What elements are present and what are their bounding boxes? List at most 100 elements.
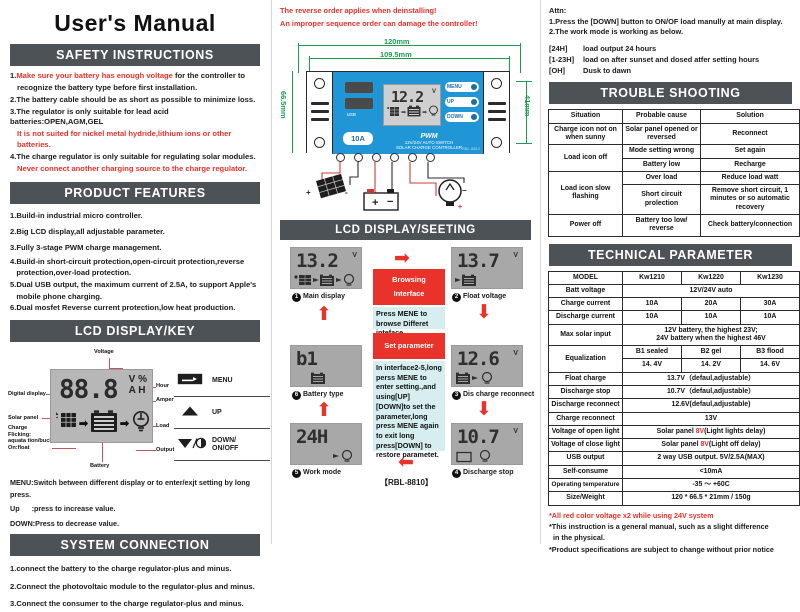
tp-model-kw1230: Kw1230 (740, 270, 800, 285)
tp-label-size-weight: Size/Weight (548, 491, 623, 506)
page-title: User's Manual (54, 10, 216, 36)
th-probable-cause: Probable cause (622, 109, 701, 124)
lcd-display-setting-header: LCD DISPLAY/SEETING (280, 219, 531, 240)
deinstall-warning-2: An improper sequence order can damage th… (280, 19, 478, 29)
tp-discharge-current-2: 10A (681, 310, 741, 325)
tp-open-post: (Light lights delay) (704, 427, 766, 435)
tp-label-voltage-close-light: Voltage of close light (548, 438, 623, 453)
tp-label-charge-reconnect: Charge reconnect (548, 411, 623, 426)
ts-situation-1: Charge icon not on when sunny (548, 122, 623, 146)
tp-equal-b3: B3 flood (740, 345, 800, 360)
table-row: Equalization B1 sealed B2 gel B3 flood (548, 345, 800, 373)
tp-label-discharge-stop: Discharge stop (548, 385, 623, 400)
flow-screen-discharge-stop: 10.7 V (451, 422, 523, 465)
key-row-up[interactable]: UP (174, 397, 270, 430)
attn-title: Attn: (549, 6, 567, 15)
mode-1-23h-key: [1-23H] (549, 54, 575, 64)
flow-screen-main-display: 13.2 V (290, 246, 362, 289)
tp-equal-b1-v: 14. 4V (622, 358, 682, 373)
system-item-3: 3.Connect the consumer to the charge reg… (10, 599, 244, 609)
lcd-setting-flow: 13.2 V 1 Main display 13.7 V 2 Float volta… (276, 245, 535, 493)
key-help-down: DOWN:Press to decrease value. (10, 518, 120, 528)
footnote-2-cont: in the physical. (549, 533, 605, 543)
table-row: Charge current 10A 20A 30A (548, 297, 800, 312)
ts-solution-1: Reconnect (700, 122, 800, 146)
safety-instructions-header: SAFETY INSTRUCTIONS (10, 44, 260, 66)
feature-3: 3.Fully 3-stage PWM charge management. (10, 243, 162, 253)
key-label-menu: MENU (212, 376, 233, 384)
flow-screen-3-value: 12.6 (457, 347, 500, 370)
technical-parameter-table: MODEL Kw1210 Kw1220 Kw1230 Batt voltage … (548, 270, 800, 506)
th-situation: Situation (548, 109, 623, 124)
svg-text:−: − (387, 196, 393, 208)
flow-screen-1-unit: V (352, 251, 357, 259)
flow-caption-discharge-stop: 4 Discharge stop (452, 468, 514, 478)
browsing-line-2: Interface (393, 288, 425, 298)
tp-label-charge-current: Charge current (548, 297, 623, 312)
callout-voltage: Voltage (94, 349, 114, 356)
tp-label-voltage-open-light: Voltage of open light (548, 424, 623, 440)
feature-5-cont: mobile phone charging. (10, 291, 102, 301)
trouble-shooting-table: Situation Probable cause Solution Charge… (548, 109, 800, 237)
flow-screen-5-value: 24H (296, 425, 328, 448)
tp-value-size-weight: 120 * 66.5 * 21mm / 150g (622, 491, 800, 506)
key-help-menu: MENU:Switch between different display or… (10, 478, 251, 499)
table-row: Operating temperature -35 ～ +60C (548, 477, 800, 493)
safety-item-1-red: Make sure your battery has enough voltag… (16, 71, 173, 80)
key-row-menu[interactable]: MENU (174, 365, 270, 398)
tp-value-discharge-stop: 10.7V（defaul,adjustable） (622, 385, 800, 400)
table-row: Discharge reconnect 12.6V(defaul,adjusta… (548, 398, 800, 413)
mode-0h-desc: Dusk to dawn (583, 65, 632, 75)
table-row: Size/Weight 120 * 66.5 * 21mm / 150g (548, 491, 800, 506)
flow-caption-work-mode: 5 Work mode (292, 468, 341, 478)
solar-panel-icon (55, 412, 77, 435)
feature-4: 4.Build-in short-circuit protection,open… (10, 256, 245, 266)
model-caption: 【RBL-8810】 (380, 477, 433, 487)
flow-caption-float-voltage: 2 Float voltage (452, 292, 506, 302)
callout-output: Output (156, 447, 175, 454)
mode-24h-desc: load output 24 hours (583, 44, 657, 54)
device-dimension-diagram: 120mm 109.5mm 66.5mm 41mm USB 10A 12.2 V… (276, 33, 535, 218)
up-key-icon (176, 405, 204, 420)
flow-screen-3-unit: V (513, 349, 518, 357)
deinstall-warning-1: The reverse order applies when deinstall… (280, 6, 437, 15)
tp-value-self-consume: <10mA (622, 464, 800, 480)
safety-item-3-line2: It is not suited for nickel metal hydrid… (17, 129, 232, 149)
flow-screen-4-icons (455, 449, 499, 463)
footnotes: *All red color voltage x2 while using 24… (545, 506, 796, 556)
mode-0h: [OH] Dusk to dawn (549, 66, 792, 77)
flow-caption-battery-type: 6 Battery type (292, 390, 343, 400)
flow-num-3: 3 (452, 390, 461, 400)
system-item-1: 1.connect the battery to the charge regu… (10, 564, 232, 574)
key-help-up: Up :press to increase value. (10, 504, 116, 514)
mode-1-23h-desc: load on after sunset and dosed atfer set… (583, 54, 760, 64)
flow-screen-2-unit: V (513, 251, 518, 259)
key-help-text: MENU:Switch between different display or… (6, 477, 264, 529)
lcd-display-key-header: LCD DISPLAY/KEY (10, 320, 260, 343)
safety-item-1-rest: for the controller to (172, 71, 246, 80)
tp-open-red: 8V (695, 427, 705, 435)
flow-screen-work-mode: 24H (290, 422, 362, 465)
callout-load: Load (156, 423, 170, 430)
tp-label-float-charge: Float charge (548, 371, 623, 387)
trouble-shooting-header: TROUBLE SHOOTING (549, 82, 792, 105)
tp-value-max-solar-input: 12V battery, the highest 23V; 24V batter… (622, 323, 800, 347)
table-row: Charge icon not on when sunny Solar pane… (548, 122, 800, 146)
tp-model-label: MODEL (548, 270, 623, 285)
safety-item-2-text: The battery cable should be as short as … (16, 94, 256, 104)
key-row-down[interactable]: DOWN/ ON/OFF (174, 429, 270, 462)
footnote-1: *All red color voltage x2 while using 24… (549, 510, 714, 520)
tp-discharge-current-3: 10A (740, 310, 800, 325)
table-row: Load icon slow flashing Over load Reduce… (548, 170, 800, 215)
flow-screen-float-voltage: 13.7 V (451, 246, 523, 289)
table-row: Voltage of close light Solar panel 8V(Li… (548, 438, 800, 453)
down-key-icon (176, 437, 207, 452)
ts-solution-4: Reduce load watt (700, 170, 800, 186)
lamp-symbol: + − (438, 179, 467, 211)
safety-item-3-text: The regulator is only suitable for lead … (10, 106, 169, 127)
table-row: Self-consume <10mA (548, 464, 800, 480)
mode-1-23h: [1-23H] load on after sunset and dosed at… (549, 55, 792, 66)
browsing-note-box: Press MENE to browse Differet inteface. (373, 306, 445, 337)
tp-label-max-solar-input: Max solar input (548, 323, 623, 347)
safety-item-4-line2: Never connect another charging source to… (17, 163, 247, 173)
